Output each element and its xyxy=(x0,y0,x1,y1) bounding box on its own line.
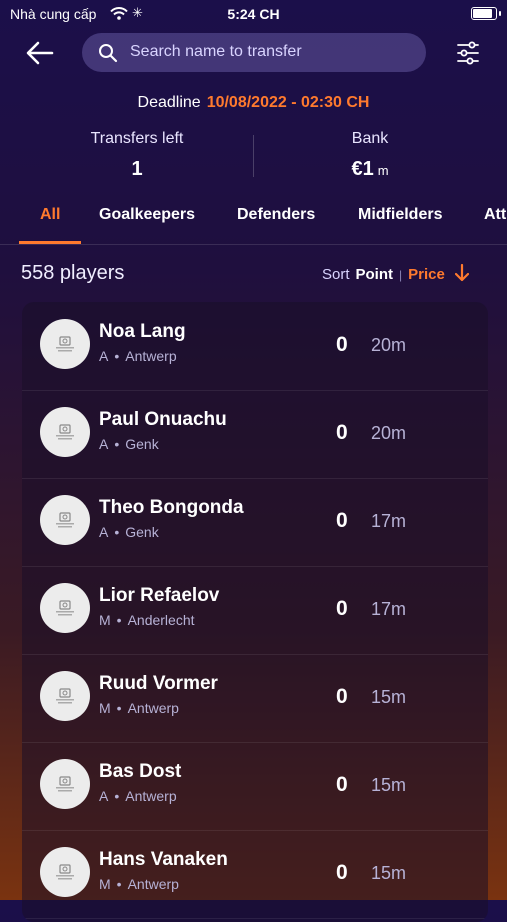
player-meta: M • Antwerp xyxy=(99,700,179,716)
player-club: Anderlecht xyxy=(127,612,195,628)
player-name: Paul Onuachu xyxy=(99,409,227,430)
player-name: Ruud Vormer xyxy=(99,673,218,694)
player-points: 0 xyxy=(336,333,348,356)
no-image-icon xyxy=(56,688,74,704)
no-image-icon xyxy=(56,336,74,352)
player-position: A xyxy=(99,436,109,452)
no-image-icon xyxy=(56,776,74,792)
player-row[interactable]: Paul Onuachu A • Genk 0 20m xyxy=(22,390,488,479)
player-row[interactable]: Hans Vanaken M • Antwerp 0 15m xyxy=(22,830,488,919)
player-points: 0 xyxy=(336,509,348,532)
bank-unit: m xyxy=(377,163,389,178)
player-meta: M • Antwerp xyxy=(99,876,179,892)
player-position: M xyxy=(99,876,111,892)
player-price: 15m xyxy=(371,687,407,707)
tab-goalkeepers[interactable]: Goalkeepers xyxy=(99,206,195,224)
filter-sliders-icon[interactable] xyxy=(452,38,484,68)
player-position: M xyxy=(99,612,111,628)
player-list: Noa Lang A • Antwerp 0 20m Paul Onuachu A •… xyxy=(22,302,488,922)
player-price: 15m xyxy=(371,863,407,883)
tab-midfielders[interactable]: Midfielders xyxy=(358,206,442,224)
search-input[interactable]: Search name to transfer xyxy=(82,33,426,72)
player-position: A xyxy=(99,348,109,364)
player-name: Noa Lang xyxy=(99,321,186,342)
tab-all[interactable]: All xyxy=(40,206,60,224)
player-points: 0 xyxy=(336,597,348,620)
bank-label: Bank xyxy=(351,130,389,147)
player-avatar xyxy=(40,847,90,897)
player-meta: A • Antwerp xyxy=(99,348,177,364)
player-row[interactable]: Lior Refaelov M • Anderlecht 0 17m xyxy=(22,566,488,655)
bank: Bank €1 m xyxy=(270,130,470,181)
player-avatar xyxy=(40,583,90,633)
status-time: 5:24 CH xyxy=(227,6,280,22)
player-position: A xyxy=(99,788,109,804)
player-avatar xyxy=(40,495,90,545)
bank-amount: €1 xyxy=(351,158,374,180)
player-price: 17m xyxy=(371,511,407,531)
player-club: Antwerp xyxy=(127,700,179,716)
status-bar: Nhà cung cấp ✳ 5:24 CH xyxy=(0,0,507,28)
player-name: Bas Dost xyxy=(99,761,182,782)
deadline-label: Deadline xyxy=(137,94,201,111)
player-meta: M • Anderlecht xyxy=(99,612,195,628)
search-icon xyxy=(99,44,118,63)
bank-value: €1 m xyxy=(270,158,470,181)
player-avatar xyxy=(40,671,90,721)
player-avatar xyxy=(40,407,90,457)
tab-defenders[interactable]: Defenders xyxy=(237,206,315,224)
transfers-left-value: 1 xyxy=(131,158,143,180)
player-points: 0 xyxy=(336,421,348,444)
player-club: Genk xyxy=(125,524,159,540)
player-club: Antwerp xyxy=(125,788,177,804)
no-image-icon xyxy=(56,600,74,616)
player-avatar xyxy=(40,759,90,809)
transfers-left: Transfers left 1 xyxy=(37,130,237,181)
battery-icon xyxy=(471,7,497,20)
deadline-value: 10/08/2022 - 02:30 CH xyxy=(206,94,370,111)
player-points: 0 xyxy=(336,861,348,884)
player-name: Lior Refaelov xyxy=(99,585,220,606)
sort-label: Sort xyxy=(322,266,350,283)
position-tabs: All Goalkeepers Defenders Midfielders At… xyxy=(0,206,507,245)
search-placeholder: Search name to transfer xyxy=(130,43,302,60)
battery-tip xyxy=(499,11,501,16)
player-price: 15m xyxy=(371,775,407,795)
player-position: A xyxy=(99,524,109,540)
active-tab-indicator xyxy=(19,241,81,244)
player-row[interactable]: Bas Dost A • Antwerp 0 15m xyxy=(22,742,488,831)
arrow-down-icon[interactable] xyxy=(454,263,470,282)
no-image-icon xyxy=(56,424,74,440)
player-price: 17m xyxy=(371,599,407,619)
player-price: 20m xyxy=(371,335,407,355)
back-arrow-icon[interactable] xyxy=(24,37,56,69)
player-meta: A • Genk xyxy=(99,436,159,452)
sort-separator: | xyxy=(399,268,403,282)
deadline: Deadline 10/08/2022 - 02:30 CH xyxy=(0,94,507,112)
player-avatar xyxy=(40,319,90,369)
tab-attackers[interactable]: Att xyxy=(484,206,506,224)
sort-point-button[interactable]: Point xyxy=(356,266,394,283)
sort-price-button[interactable]: Price xyxy=(408,266,445,283)
player-points: 0 xyxy=(336,685,348,708)
player-row[interactable]: Ruud Vormer M • Antwerp 0 15m xyxy=(22,654,488,743)
player-club: Genk xyxy=(125,436,159,452)
player-meta: A • Antwerp xyxy=(99,788,177,804)
player-row[interactable]: Theo Bongonda A • Genk 0 17m xyxy=(22,478,488,567)
player-price: 20m xyxy=(371,423,407,443)
player-points: 0 xyxy=(336,773,348,796)
player-position: M xyxy=(99,700,111,716)
player-meta: A • Genk xyxy=(99,524,159,540)
no-image-icon xyxy=(56,864,74,880)
stats-divider xyxy=(253,135,254,177)
transfers-left-label: Transfers left xyxy=(90,130,184,147)
player-name: Hans Vanaken xyxy=(99,849,228,870)
player-count: 558 players xyxy=(21,262,125,284)
sort-controls: Sort Point | Price xyxy=(322,263,470,283)
no-image-icon xyxy=(56,512,74,528)
player-club: Antwerp xyxy=(127,876,179,892)
player-name: Theo Bongonda xyxy=(99,497,244,518)
player-club: Antwerp xyxy=(125,348,177,364)
player-row[interactable]: Noa Lang A • Antwerp 0 20m xyxy=(22,302,488,391)
